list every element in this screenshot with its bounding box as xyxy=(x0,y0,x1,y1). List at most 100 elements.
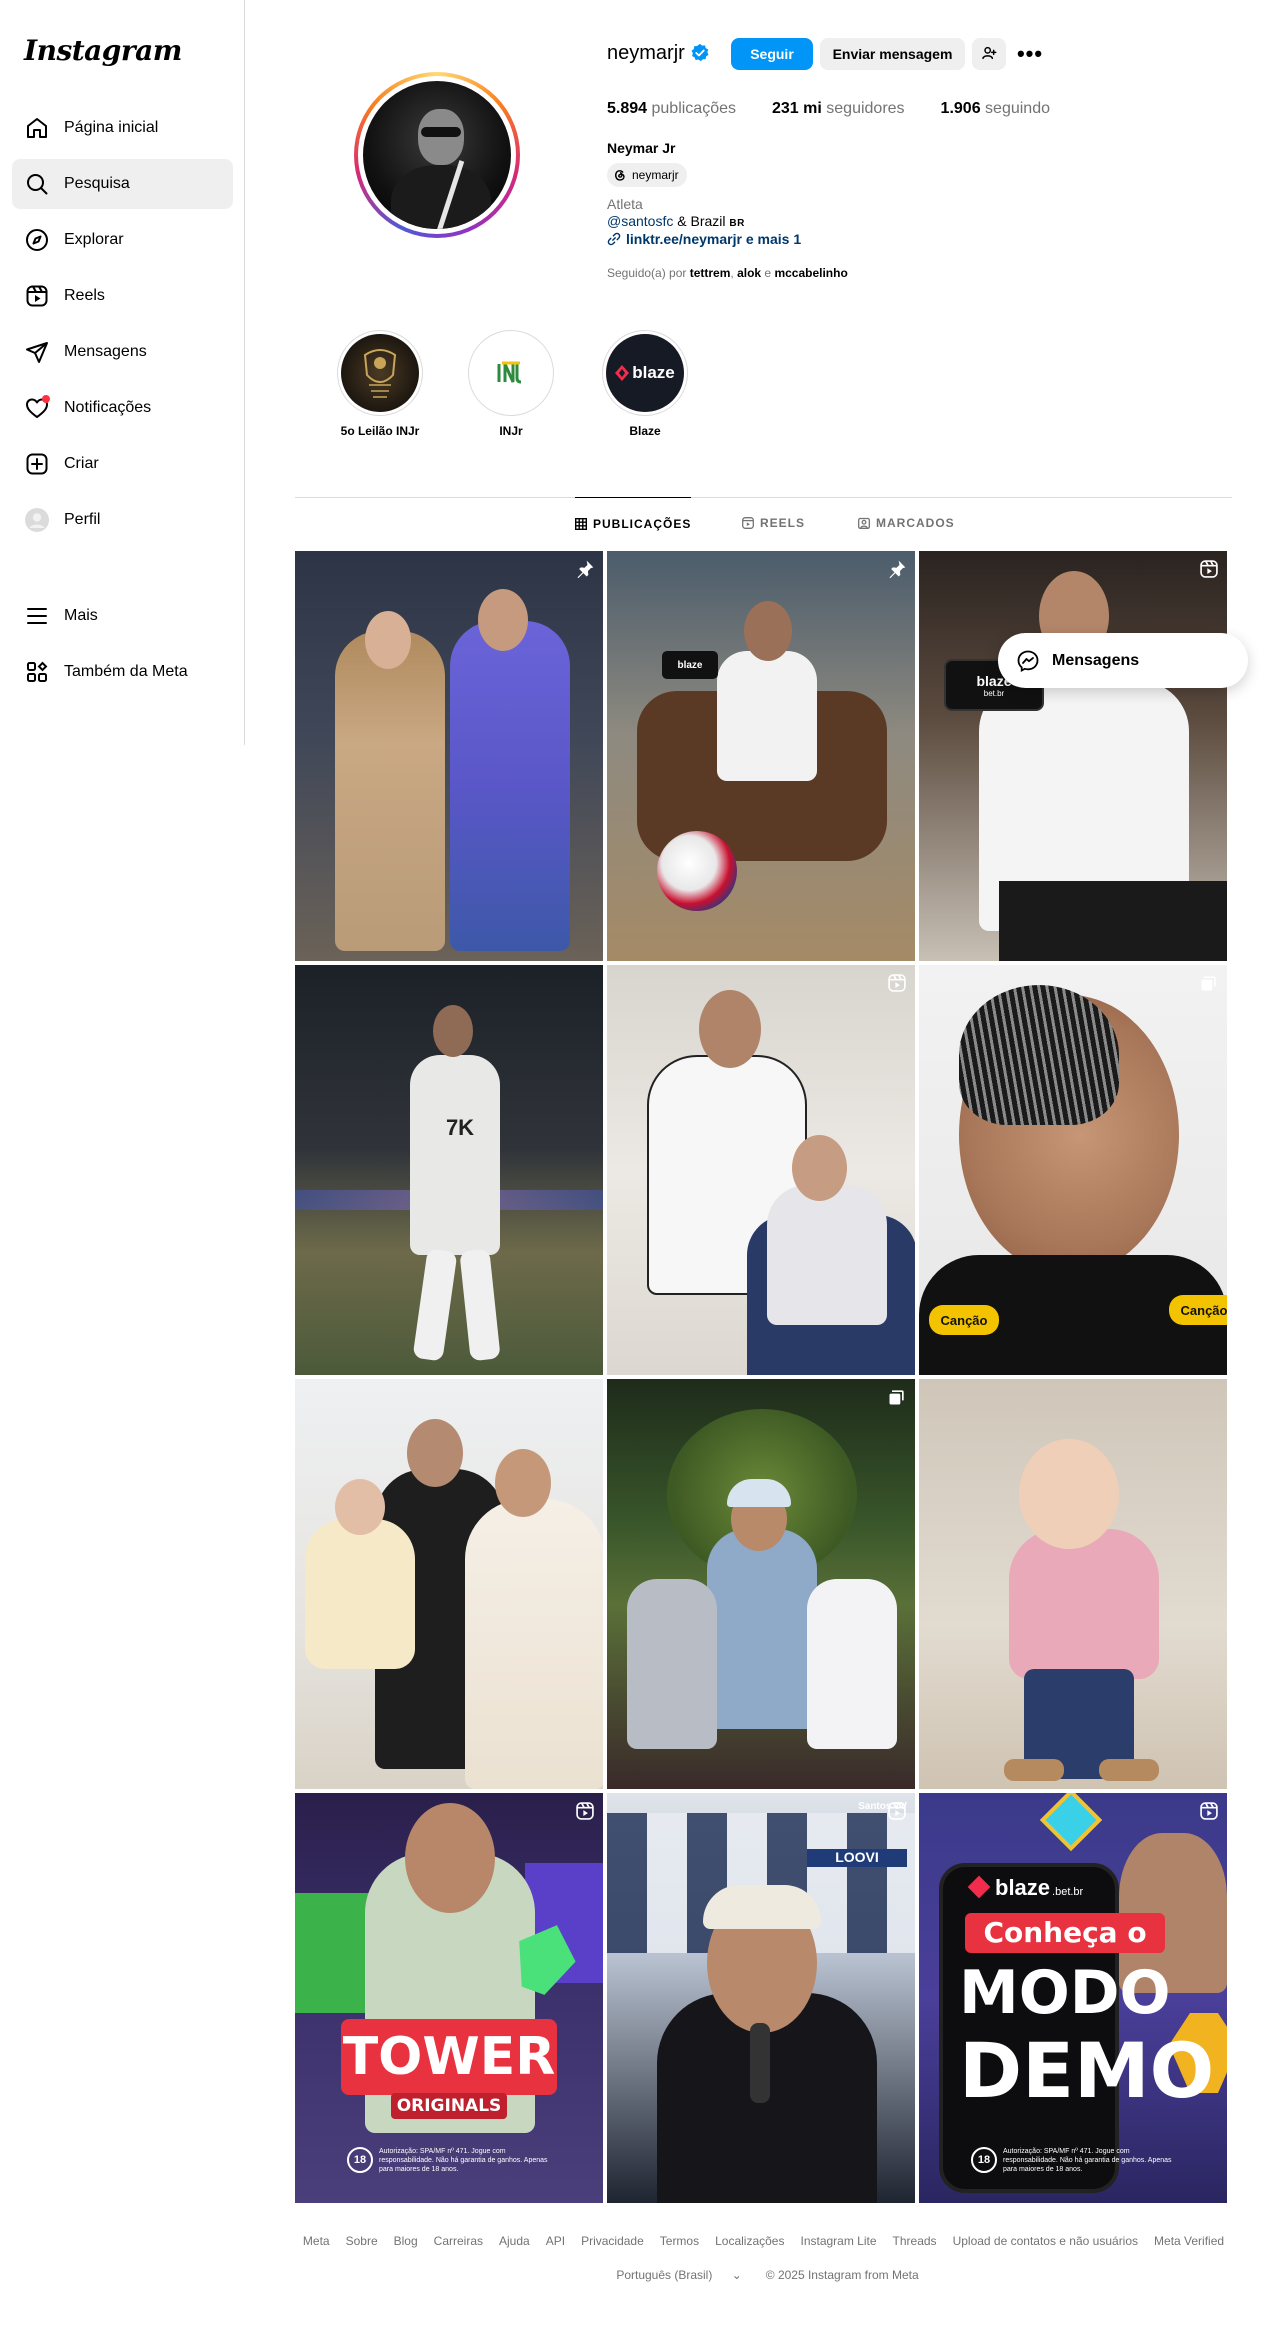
pin-icon xyxy=(887,559,907,579)
profile-full-name: Neymar Jr xyxy=(607,140,676,156)
reel-icon xyxy=(887,973,907,993)
footer-link[interactable]: Sobre xyxy=(346,2234,378,2248)
bio-mention-link[interactable]: @santosfc xyxy=(607,213,673,229)
tab-tagged[interactable]: MARCADOS xyxy=(858,497,955,549)
sidebar-item-profile[interactable]: Perfil xyxy=(12,495,233,545)
avatar-photo xyxy=(363,81,511,229)
age-rating-badge: 18 xyxy=(347,2147,373,2173)
sidebar-item-label: Mensagens xyxy=(64,343,147,360)
following-count[interactable]: 1.906 seguindo xyxy=(941,100,1050,118)
sidebar-item-notifications[interactable]: Notificações xyxy=(12,383,233,433)
send-message-button[interactable]: Enviar mensagem xyxy=(820,38,965,70)
post-tile[interactable]: TOWER ORIGINALS 18 Autorização: SPA/MF n… xyxy=(295,1793,603,2203)
sidebar-item-label: Criar xyxy=(64,455,99,472)
carousel-icon xyxy=(1199,973,1219,993)
sidebar-item-label: Perfil xyxy=(64,511,101,528)
post-tile[interactable]: Canção Canção xyxy=(919,965,1227,1375)
gambling-disclaimer: Autorização: SPA/MF nº 471. Jogue com re… xyxy=(379,2148,548,2173)
footer-link[interactable]: Upload de contatos e não usuários xyxy=(953,2234,1138,2248)
tab-posts[interactable]: PUBLICAÇÕES xyxy=(574,497,692,549)
follow-button[interactable]: Seguir xyxy=(731,38,813,70)
gem-icon xyxy=(1039,1793,1103,1852)
footer-link[interactable]: Threads xyxy=(893,2234,937,2248)
footer-link[interactable]: Ajuda xyxy=(499,2234,530,2248)
threads-handle: neymarjr xyxy=(632,168,679,182)
grid-icon xyxy=(574,517,588,530)
more-options-button[interactable]: ••• xyxy=(1016,38,1044,70)
chevron-down-icon: ⌄ xyxy=(731,2268,742,2282)
footer-bottom: Português (Brasil) ⌄ © 2025 Instagram fr… xyxy=(295,2268,1232,2282)
highlight-label: Blaze xyxy=(629,424,661,438)
profile-stats: 5.894 publicações 231 mi seguidores 1.90… xyxy=(607,100,1086,118)
blaze-brand: blaze .bet.br xyxy=(967,1875,1141,1905)
sidebar-item-home[interactable]: Página inicial xyxy=(12,103,233,153)
footer-link[interactable]: Carreiras xyxy=(434,2234,483,2248)
add-person-icon xyxy=(981,45,997,64)
reel-icon xyxy=(575,1801,595,1821)
highlight-blaze[interactable]: blaze Blaze xyxy=(602,330,688,438)
footer-link[interactable]: Privacidade xyxy=(581,2234,644,2248)
sidebar-item-label: Explorar xyxy=(64,231,124,248)
reel-icon xyxy=(1199,559,1219,579)
heart-icon xyxy=(24,395,50,421)
compass-icon xyxy=(24,227,50,253)
suggest-users-button[interactable] xyxy=(972,38,1006,70)
posts-count: 5.894 publicações xyxy=(607,100,736,117)
highlight-leilao[interactable]: 5o Leilão INJr xyxy=(337,330,423,438)
post-tile[interactable]: blaze xyxy=(607,551,915,961)
promo-line-1: Conheça o xyxy=(965,1913,1165,1953)
sidebar-item-create[interactable]: Criar xyxy=(12,439,233,489)
messages-floating-button[interactable]: Mensagens xyxy=(998,633,1248,688)
tab-reels[interactable]: REELS xyxy=(742,497,805,549)
followed-by[interactable]: Seguido(a) por tettrem, alok e mccabelin… xyxy=(607,266,848,280)
brazil-flag-icon: BR xyxy=(729,218,745,229)
footer-link[interactable]: Localizações xyxy=(715,2234,784,2248)
sponsor-patch: Canção xyxy=(929,1305,999,1335)
sidebar: Instagram Página inicial Pesquisa Explor… xyxy=(0,0,245,745)
post-tile[interactable] xyxy=(295,1379,603,1789)
post-tile[interactable]: blaze .bet.br Conheça o MODO DEMO 18 Aut… xyxy=(919,1793,1227,2203)
pin-icon xyxy=(575,559,595,579)
footer-link[interactable]: Meta xyxy=(303,2234,330,2248)
profile-category: Atleta xyxy=(607,196,643,212)
post-tile[interactable] xyxy=(607,965,915,1375)
menu-icon xyxy=(24,603,50,629)
instagram-logo[interactable]: Instagram xyxy=(24,34,182,67)
threads-badge[interactable]: neymarjr xyxy=(607,163,687,187)
footer-link[interactable]: Meta Verified xyxy=(1154,2234,1224,2248)
highlight-label: 5o Leilão INJr xyxy=(340,424,420,438)
sidebar-item-more[interactable]: Mais xyxy=(12,591,233,641)
sidebar-item-reels[interactable]: Reels xyxy=(12,271,233,321)
sponsor-patch: Canção xyxy=(1169,1295,1227,1325)
post-tile[interactable] xyxy=(295,551,603,961)
post-tile[interactable]: Santos TV LOOVI xyxy=(607,1793,915,2203)
sidebar-item-label: Reels xyxy=(64,287,105,304)
footer-link[interactable]: Blog xyxy=(394,2234,418,2248)
post-tile[interactable] xyxy=(607,1379,915,1789)
highlight-injr[interactable]: INJr xyxy=(468,330,554,438)
injr-logo-icon xyxy=(472,334,550,412)
sidebar-item-also-from-meta[interactable]: Também da Meta xyxy=(12,647,233,697)
plus-square-icon xyxy=(24,451,50,477)
post-tile[interactable] xyxy=(919,1379,1227,1789)
post-tile[interactable]: 7K xyxy=(295,965,603,1375)
notification-dot xyxy=(42,395,50,403)
sidebar-item-label: Pesquisa xyxy=(64,175,130,192)
carousel-icon xyxy=(887,1387,907,1407)
language-selector[interactable]: Português (Brasil) ⌄ xyxy=(608,2268,749,2282)
reels-icon xyxy=(742,517,754,529)
profile-link[interactable]: linktr.ee/neymarjr e mais 1 xyxy=(607,231,801,247)
promo-line-3: DEMO xyxy=(959,2026,1215,2115)
link-icon xyxy=(607,232,621,246)
profile-avatar[interactable] xyxy=(354,72,520,238)
post-tile[interactable]: blaze bet.br xyxy=(919,551,1227,961)
sidebar-item-messages[interactable]: Mensagens xyxy=(12,327,233,377)
sidebar-item-search[interactable]: Pesquisa xyxy=(12,159,233,209)
followers-count[interactable]: 231 mi seguidores xyxy=(772,100,905,118)
promo-line-2: MODO xyxy=(959,1958,1171,2028)
footer-link[interactable]: Instagram Lite xyxy=(800,2234,876,2248)
footer-link[interactable]: Termos xyxy=(660,2234,699,2248)
crest-icon xyxy=(341,334,419,412)
sidebar-item-explore[interactable]: Explorar xyxy=(12,215,233,265)
footer-link[interactable]: API xyxy=(546,2234,565,2248)
